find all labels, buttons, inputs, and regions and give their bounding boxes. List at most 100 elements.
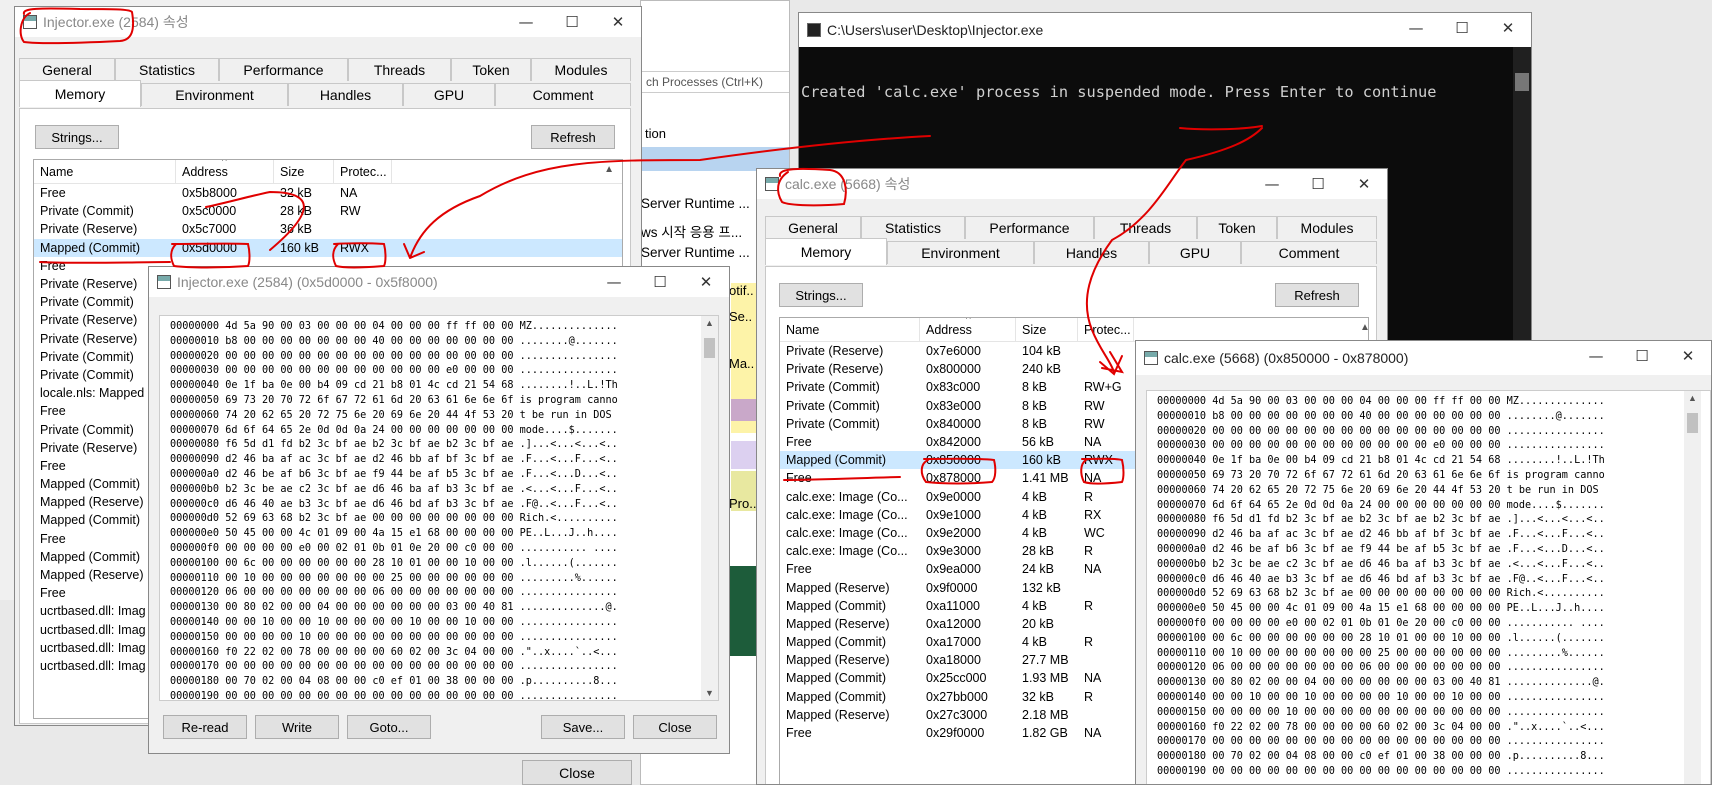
chevron-up-icon[interactable]: ▲ bbox=[1360, 322, 1368, 333]
tab-general[interactable]: General bbox=[19, 58, 115, 81]
row-protection: RW bbox=[1084, 398, 1105, 413]
tab-gpu[interactable]: GPU bbox=[1149, 241, 1241, 264]
background-close-button[interactable]: Close bbox=[522, 760, 632, 785]
minimize-icon[interactable]: — bbox=[1573, 341, 1619, 371]
column-header-protection[interactable]: Protec... bbox=[334, 160, 392, 183]
table-row[interactable]: Private (Reserve) 0x5c7000 36 kB bbox=[34, 220, 622, 238]
maximize-icon[interactable]: ☐ bbox=[1439, 13, 1485, 43]
tab-threads[interactable]: Threads bbox=[1094, 216, 1197, 239]
maximize-icon[interactable]: ☐ bbox=[549, 7, 595, 37]
row-size: 160 kB bbox=[280, 240, 319, 255]
column-header-name[interactable]: Name bbox=[780, 318, 920, 341]
minimize-icon[interactable]: — bbox=[1249, 169, 1295, 199]
strings-button[interactable]: Strings... bbox=[779, 283, 863, 307]
row-protection: R bbox=[1084, 689, 1094, 704]
hex-scrollbar[interactable]: ▲ ▼ bbox=[701, 316, 718, 700]
hex-scrollbar[interactable]: ▲ bbox=[1684, 391, 1701, 784]
hex-line: 00000080 f6 5d d1 fd b2 3c bf ae b2 3c b… bbox=[170, 439, 618, 451]
column-header-address[interactable]: Address ^ bbox=[920, 318, 1016, 341]
reread-button[interactable]: Re-read bbox=[163, 715, 247, 739]
hex-line: 00000090 d2 46 ba af ac 3c bf ae d2 46 b… bbox=[1157, 529, 1605, 541]
maximize-icon[interactable]: ☐ bbox=[1295, 169, 1341, 199]
tab-threads[interactable]: Threads bbox=[348, 58, 451, 81]
row-size: 36 kB bbox=[280, 222, 312, 237]
row-name: Private (Reserve) bbox=[786, 344, 884, 359]
side-fragment: otif.. bbox=[729, 283, 754, 298]
hex-line: 00000140 00 00 10 00 00 10 00 00 00 00 1… bbox=[1157, 691, 1605, 703]
close-icon[interactable]: ✕ bbox=[683, 267, 729, 297]
tab-performance[interactable]: Performance bbox=[219, 58, 348, 81]
row-protection: NA bbox=[340, 186, 358, 201]
column-header-address[interactable]: Address ^ bbox=[176, 160, 274, 183]
row-address: 0x5c0000 bbox=[182, 204, 237, 219]
hex-line: 00000010 b8 00 00 00 00 00 00 00 40 00 0… bbox=[170, 335, 618, 347]
hex-dump[interactable]: 00000000 4d 5a 90 00 03 00 00 00 04 00 0… bbox=[1146, 390, 1711, 784]
tab-comment[interactable]: Comment bbox=[1241, 241, 1377, 264]
row-size: 240 kB bbox=[1022, 362, 1061, 377]
column-header-name[interactable]: Name bbox=[34, 160, 176, 183]
app-icon bbox=[157, 275, 171, 289]
close-icon[interactable]: ✕ bbox=[595, 7, 641, 37]
hex-dump[interactable]: 00000000 4d 5a 90 00 03 00 00 00 04 00 0… bbox=[159, 315, 719, 701]
tab-memory[interactable]: Memory bbox=[765, 238, 887, 265]
tab-performance[interactable]: Performance bbox=[965, 216, 1094, 239]
hex-line: 000000b0 b2 3c be ae c2 3c bf ae d6 46 b… bbox=[170, 483, 618, 495]
tab-statistics[interactable]: Statistics bbox=[115, 58, 219, 81]
close-icon[interactable]: ✕ bbox=[1485, 13, 1531, 43]
tab-handles[interactable]: Handles bbox=[288, 83, 403, 106]
tab-general[interactable]: General bbox=[765, 216, 861, 239]
tab-modules[interactable]: Modules bbox=[1277, 216, 1377, 239]
row-protection: R bbox=[1084, 544, 1094, 559]
column-header-protection[interactable]: Protec... bbox=[1078, 318, 1134, 341]
write-button[interactable]: Write bbox=[255, 715, 339, 739]
table-row[interactable]: Mapped (Commit) 0x5d0000 160 kB RWX bbox=[34, 238, 622, 257]
chevron-up-icon[interactable]: ▲ bbox=[604, 164, 614, 175]
hex-line: 00000060 74 20 62 65 20 72 75 6e 20 69 6… bbox=[170, 409, 618, 421]
strings-button[interactable]: Strings... bbox=[35, 125, 119, 149]
row-size: 1.82 GB bbox=[1022, 726, 1068, 741]
tab-statistics[interactable]: Statistics bbox=[861, 216, 965, 239]
tab-environment[interactable]: Environment bbox=[141, 83, 288, 106]
table-row[interactable]: Private (Commit) 0x5c0000 28 kB RW bbox=[34, 202, 622, 220]
hex-line: 000000e0 50 45 00 00 4c 01 09 00 4a 15 e… bbox=[170, 528, 618, 540]
minimize-icon[interactable]: — bbox=[1393, 13, 1439, 43]
tab-token[interactable]: Token bbox=[1197, 216, 1277, 239]
tab-memory[interactable]: Memory bbox=[19, 80, 141, 107]
row-address: 0xa12000 bbox=[926, 616, 981, 631]
goto-button[interactable]: Goto... bbox=[347, 715, 431, 739]
column-header-size[interactable]: Size bbox=[274, 160, 334, 183]
hex-line: 00000000 4d 5a 90 00 03 00 00 00 04 00 0… bbox=[1157, 396, 1605, 407]
close-icon[interactable]: ✕ bbox=[1665, 341, 1711, 371]
scroll-up-icon[interactable]: ▲ bbox=[705, 318, 714, 328]
row-name: Private (Reserve) bbox=[40, 222, 138, 237]
save-button[interactable]: Save... bbox=[541, 715, 625, 739]
maximize-icon[interactable]: ☐ bbox=[1619, 341, 1665, 371]
scroll-up-icon[interactable]: ▲ bbox=[1688, 393, 1697, 403]
row-name: Private (Reserve) bbox=[786, 362, 884, 377]
refresh-button[interactable]: Refresh bbox=[1275, 283, 1359, 307]
tab-token[interactable]: Token bbox=[451, 58, 531, 81]
minimize-icon[interactable]: — bbox=[591, 267, 637, 297]
row-protection: R bbox=[1084, 489, 1094, 504]
row-address: 0x800000 bbox=[926, 362, 981, 377]
tab-handles[interactable]: Handles bbox=[1034, 241, 1149, 264]
tab-environment[interactable]: Environment bbox=[887, 241, 1034, 264]
sort-caret-icon: ^ bbox=[222, 159, 227, 167]
table-row[interactable]: Free 0x5b8000 32 kB NA bbox=[34, 184, 622, 202]
tab-gpu[interactable]: GPU bbox=[403, 83, 495, 106]
maximize-icon[interactable]: ☐ bbox=[637, 267, 683, 297]
column-header-size[interactable]: Size bbox=[1016, 318, 1078, 341]
search-field-fragment[interactable]: ch Processes (Ctrl+K) bbox=[641, 71, 789, 93]
tab-modules[interactable]: Modules bbox=[531, 58, 631, 81]
hex-line: 00000160 f0 22 02 00 78 00 00 00 00 60 0… bbox=[1157, 721, 1605, 733]
row-size: 4 kB bbox=[1022, 489, 1048, 504]
hex-line: 00000080 f6 5d d1 fd b2 3c bf ae b2 3c b… bbox=[1157, 514, 1605, 526]
refresh-button[interactable]: Refresh bbox=[531, 125, 615, 149]
row-address: 0x27bb000 bbox=[926, 689, 988, 704]
tab-comment[interactable]: Comment bbox=[495, 83, 631, 106]
close-icon[interactable]: ✕ bbox=[1341, 169, 1387, 199]
row-name: calc.exe: Image (Co... bbox=[786, 525, 908, 540]
minimize-icon[interactable]: — bbox=[503, 7, 549, 37]
scroll-down-icon[interactable]: ▼ bbox=[705, 688, 714, 698]
close-button[interactable]: Close bbox=[633, 715, 717, 739]
